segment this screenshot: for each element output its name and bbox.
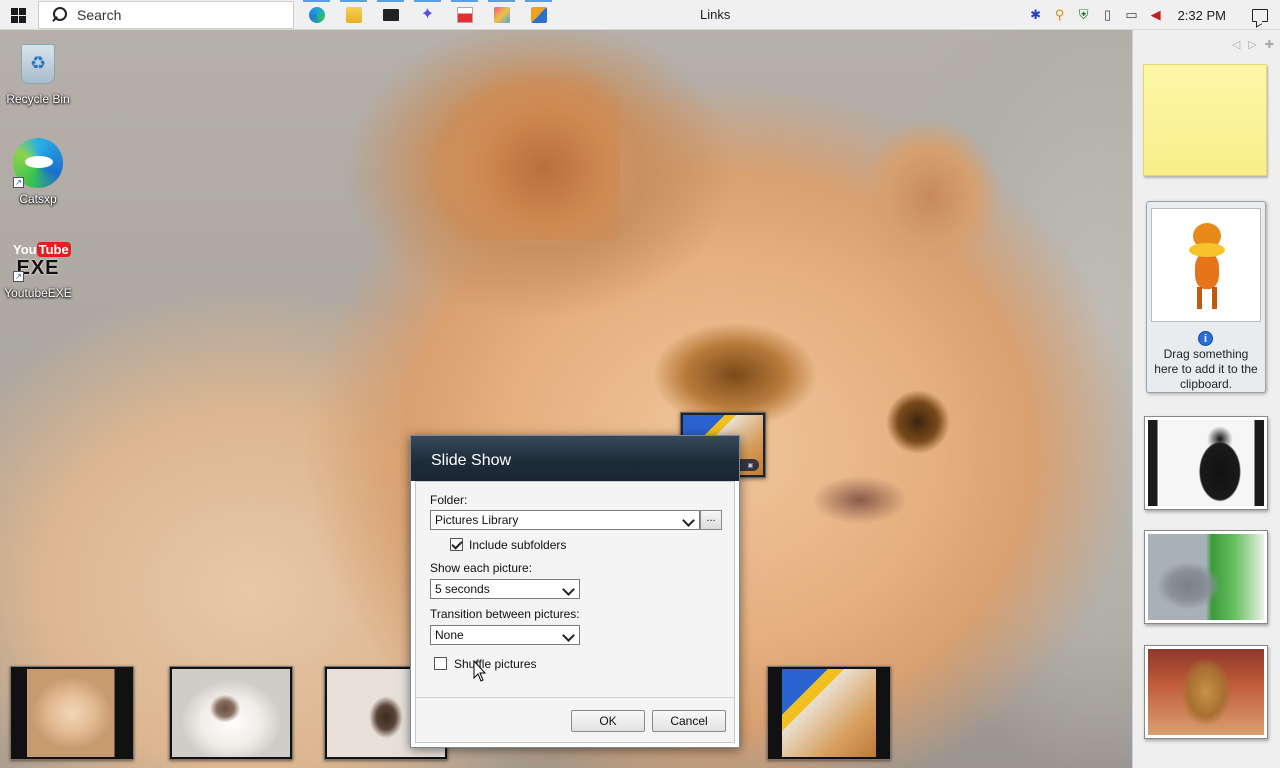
chevron-down-icon xyxy=(562,628,576,642)
show-each-value: 5 seconds xyxy=(435,582,490,596)
network-icon[interactable]: ▭ xyxy=(1120,0,1144,30)
sidebar-photo-black-cat[interactable] xyxy=(1144,416,1268,510)
include-subfolders-label[interactable]: Include subfolders xyxy=(469,538,566,552)
gadget-sidebar: ◁ ▷ ✚ i Drag something here to add it to… xyxy=(1132,30,1280,768)
usb-icon[interactable]: ▯ xyxy=(1096,0,1120,30)
wfexe-icon[interactable] xyxy=(446,0,483,30)
volume-muted-icon[interactable]: ◀ xyxy=(1144,0,1168,30)
shortcut-arrow-icon: ↗ xyxy=(13,271,24,282)
previous-gadget-icon[interactable]: ◁ xyxy=(1232,38,1240,51)
terminal-icon[interactable] xyxy=(372,0,409,30)
shuffle-pictures-label[interactable]: Shuffle pictures xyxy=(454,657,537,671)
sticky-note-gadget[interactable] xyxy=(1143,64,1267,176)
bluetooth-icon[interactable]: ✱ xyxy=(1024,0,1048,30)
taskbar-search-box[interactable]: Search xyxy=(38,1,294,29)
shuffle-pictures-checkbox[interactable] xyxy=(434,657,447,670)
slide-show-dialog: Slide Show Folder: Pictures Library ... … xyxy=(410,435,740,748)
dialog-separator xyxy=(416,697,734,698)
search-placeholder: Search xyxy=(77,7,122,23)
sidebar-photo-gray-cat[interactable] xyxy=(1144,530,1268,624)
sidebar-photo-tabby-cat[interactable] xyxy=(1144,645,1268,739)
paint-icon[interactable] xyxy=(483,0,520,30)
desktop-icon-catsxp[interactable]: ↗ Catsxp xyxy=(0,138,76,206)
catsxp-browser-icon: ↗ xyxy=(13,138,63,188)
windows-logo-icon xyxy=(10,7,26,23)
youtube-logo-text: You Tube xyxy=(13,242,71,257)
links-toolbar-label[interactable]: Links xyxy=(700,7,730,22)
transition-value: None xyxy=(435,628,464,642)
start-button[interactable] xyxy=(0,0,36,30)
photo-thumbnail[interactable] xyxy=(169,666,293,760)
cat-ear xyxy=(860,120,1000,260)
ok-button[interactable]: OK xyxy=(571,710,645,732)
desktop-icon-youtubeexe[interactable]: You Tube EXE ↗ YoutubeEXE xyxy=(0,242,76,300)
clock[interactable]: 2:32 PM xyxy=(1178,8,1226,23)
browse-folder-button[interactable]: ... xyxy=(700,510,722,530)
media-icon[interactable] xyxy=(520,0,557,30)
cat-ear xyxy=(430,60,620,240)
file-explorer-icon[interactable] xyxy=(335,0,372,30)
app-icon[interactable]: ✦ xyxy=(409,0,446,30)
clipboard-preview xyxy=(1151,208,1261,322)
search-tool-icon[interactable]: ⚲ xyxy=(1048,0,1072,30)
view-icon[interactable]: ▣ xyxy=(747,462,753,469)
show-each-label: Show each picture: xyxy=(430,561,533,575)
security-shield-icon[interactable]: ⛨ xyxy=(1072,0,1096,30)
add-gadget-icon[interactable]: ✚ xyxy=(1265,38,1274,51)
transition-label: Transition between pictures: xyxy=(430,607,580,621)
desktop-icon-label: YoutubeEXE xyxy=(4,286,72,300)
recycle-bin-icon xyxy=(21,44,55,84)
search-icon xyxy=(49,6,67,24)
info-icon: i xyxy=(1198,331,1213,346)
system-tray: ✱ ⚲ ⛨ ▯ ▭ ◀ 2:32 PM xyxy=(1024,0,1280,30)
mouse-cursor-icon xyxy=(473,660,486,682)
transition-select[interactable]: None xyxy=(430,625,580,645)
dialog-titlebar[interactable]: Slide Show xyxy=(411,436,739,481)
cancel-button[interactable]: Cancel xyxy=(652,710,726,732)
youtube-exe-icon: You Tube EXE ↗ xyxy=(13,242,71,282)
include-subfolders-checkbox[interactable] xyxy=(450,538,463,551)
desktop-icon-label: Catsxp xyxy=(19,192,57,206)
taskbar: Search ✦ Links ✱ ⚲ ⛨ ▯ ▭ ◀ 2:32 PM xyxy=(0,0,1280,30)
dialog-title: Slide Show xyxy=(431,452,512,469)
clipboard-gadget[interactable]: i Drag something here to add it to the c… xyxy=(1146,201,1266,393)
folder-label: Folder: xyxy=(430,493,468,507)
chevron-down-icon xyxy=(562,582,576,596)
folder-value: Pictures Library xyxy=(435,513,519,527)
notification-icon xyxy=(1252,8,1268,22)
shortcut-arrow-icon: ↗ xyxy=(13,177,24,188)
sidebar-controls: ◁ ▷ ✚ xyxy=(1232,38,1274,51)
photo-thumbnail[interactable] xyxy=(767,666,891,760)
clipboard-message: Drag something here to add it to the cli… xyxy=(1154,347,1258,391)
photo-thumbnail[interactable] xyxy=(10,666,134,760)
next-gadget-icon[interactable]: ▷ xyxy=(1248,38,1256,51)
lorax-character-image xyxy=(1189,223,1225,309)
dialog-body: Folder: Pictures Library ... Include sub… xyxy=(415,481,735,743)
edge-icon[interactable] xyxy=(298,0,335,30)
pinned-apps: ✦ xyxy=(298,0,557,30)
chevron-down-icon xyxy=(682,513,696,527)
desktop-icon-label: Recycle Bin xyxy=(6,92,70,106)
folder-select[interactable]: Pictures Library xyxy=(430,510,700,530)
desktop-icon-recycle-bin[interactable]: Recycle Bin xyxy=(0,40,76,106)
notification-center-button[interactable] xyxy=(1240,0,1280,30)
show-each-select[interactable]: 5 seconds xyxy=(430,579,580,599)
